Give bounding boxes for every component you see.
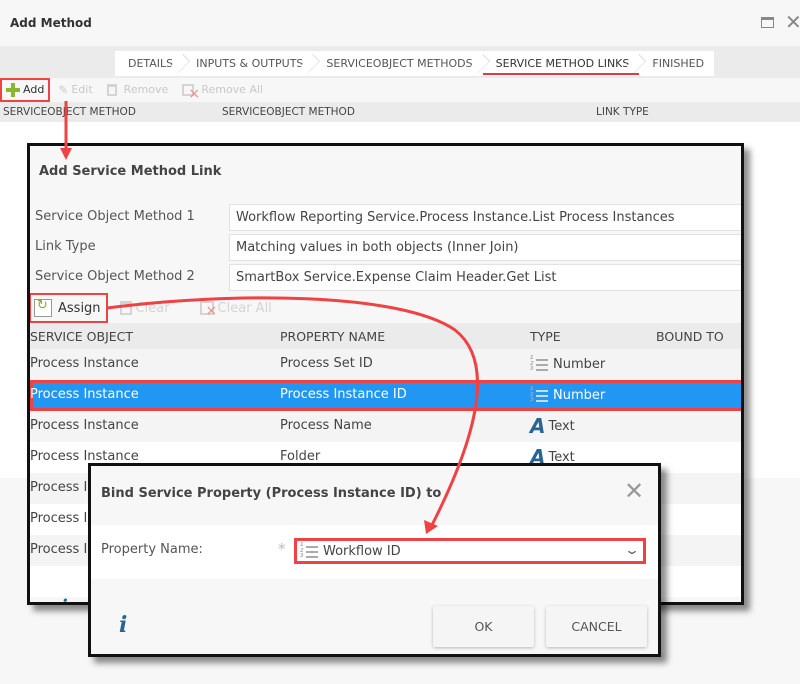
number-icon: 123 bbox=[300, 542, 320, 559]
wizard-step-details[interactable]: DETAILS bbox=[115, 51, 191, 76]
info-icon[interactable]: i bbox=[119, 612, 127, 638]
type-label: Text bbox=[548, 418, 575, 434]
edit-label: Edit bbox=[71, 83, 93, 96]
dialog-title: Add Service Method Link bbox=[39, 164, 222, 179]
column-header[interactable]: SERVICEOBJECT METHOD bbox=[3, 106, 136, 118]
remove-button[interactable]: Remove bbox=[106, 80, 169, 100]
close-icon[interactable]: ✕ bbox=[624, 479, 644, 503]
number-icon: 123 bbox=[530, 355, 550, 372]
wizard-step-label: FINISHED bbox=[652, 57, 705, 70]
service-object-cell: Process Instance bbox=[30, 356, 139, 371]
wizard-step-label: DETAILS bbox=[128, 57, 174, 70]
property-name-value: Workflow ID bbox=[323, 543, 401, 559]
edit-button[interactable]: ✎ Edit bbox=[58, 80, 92, 100]
service-object-cell: Process Instance bbox=[30, 418, 139, 433]
service-object-method-2-input[interactable]: SmartBox Service.Expense Claim Header.Ge… bbox=[229, 264, 741, 291]
property-name-cell: Process Instance ID bbox=[280, 387, 407, 402]
mapping-table-header: SERVICE OBJECT PROPERTY NAME TYPE BOUND … bbox=[30, 323, 741, 349]
remove-all-button[interactable]: Remove All bbox=[182, 80, 264, 102]
add-label: Add bbox=[23, 83, 45, 96]
wizard-bar: DETAILS INPUTS & OUTPUTS SERVICEOBJECT M… bbox=[0, 46, 800, 78]
wizard-step-label: INPUTS & OUTPUTS bbox=[196, 57, 304, 70]
bind-service-property-dialog: Bind Service Property (Process Instance … bbox=[88, 463, 661, 657]
clear-all-button[interactable]: Clear All bbox=[199, 300, 272, 319]
column-header[interactable]: LINK TYPE bbox=[596, 106, 649, 118]
column-header[interactable]: BOUND TO bbox=[656, 329, 724, 344]
info-icon[interactable]: i bbox=[61, 596, 68, 602]
field-service-object-method-1: Service Object Method 1 Workflow Reporti… bbox=[30, 204, 741, 231]
field-label: Service Object Method 1 bbox=[35, 209, 195, 224]
service-object-cell: Process In bbox=[30, 511, 96, 526]
service-object-cell: Process Instance bbox=[30, 387, 139, 402]
type-label: Number bbox=[553, 387, 606, 403]
maximize-icon[interactable] bbox=[761, 17, 774, 28]
column-header[interactable]: SERVICE OBJECT bbox=[30, 329, 133, 344]
assign-icon bbox=[34, 298, 52, 317]
window-title: Add Method bbox=[10, 16, 92, 30]
service-object-cell: Process In bbox=[30, 480, 96, 495]
close-icon[interactable]: ✕ bbox=[785, 12, 800, 32]
service-object-method-1-input[interactable]: Workflow Reporting Service.Process Insta… bbox=[229, 204, 741, 231]
add-button[interactable]: Add bbox=[0, 77, 51, 102]
wizard-step-inputs-outputs[interactable]: INPUTS & OUTPUTS bbox=[183, 51, 321, 76]
field-link-type: Link Type Matching values in both object… bbox=[30, 234, 741, 261]
mapping-toolbar: Assign Clear Clear All bbox=[30, 293, 741, 323]
bind-form: Property Name: * 123 Workflow ID ⌄ bbox=[91, 525, 658, 579]
field-label: Service Object Method 2 bbox=[35, 269, 195, 284]
wizard-step-label: SERVICE METHOD LINKS bbox=[495, 57, 630, 70]
number-icon: 123 bbox=[530, 386, 550, 403]
chevron-down-icon[interactable]: ⌄ bbox=[624, 543, 640, 557]
type-cell: 123 Number bbox=[530, 355, 606, 372]
type-label: Number bbox=[553, 356, 606, 372]
field-label: Link Type bbox=[35, 239, 96, 254]
trash-clear-icon bbox=[182, 83, 200, 102]
remove-all-label: Remove All bbox=[201, 83, 264, 96]
type-cell: 123 Number bbox=[530, 386, 606, 403]
clear-label: Clear bbox=[135, 300, 170, 316]
field-service-object-method-2: Service Object Method 2 SmartBox Service… bbox=[30, 264, 741, 291]
column-header[interactable]: PROPERTY NAME bbox=[280, 329, 385, 344]
clear-all-label: Clear All bbox=[217, 300, 272, 316]
ok-button[interactable]: OK bbox=[433, 606, 534, 647]
property-name-cell: Process Name bbox=[280, 418, 372, 433]
window-header: Add Method ✕ bbox=[0, 0, 800, 46]
property-name-label: Property Name: bbox=[101, 542, 203, 557]
service-object-cell: Process Instance bbox=[30, 449, 139, 464]
wizard-steps: DETAILS INPUTS & OUTPUTS SERVICEOBJECT M… bbox=[115, 51, 715, 76]
required-icon: * bbox=[278, 540, 286, 558]
trash-clear-icon bbox=[199, 301, 217, 319]
table-row[interactable]: Process Instance Process Set ID 123 Numb… bbox=[30, 349, 741, 380]
type-cell: A Text bbox=[530, 414, 575, 438]
link-type-select[interactable]: Matching values in both objects (Inner J… bbox=[229, 234, 741, 261]
trash-icon bbox=[119, 301, 132, 315]
wizard-step-serviceobject-methods[interactable]: SERVICEOBJECT METHODS bbox=[313, 51, 490, 76]
column-header[interactable]: SERVICEOBJECT METHOD bbox=[222, 106, 355, 118]
table-row-selected[interactable]: Process Instance Process Instance ID 123… bbox=[30, 380, 741, 411]
table-row[interactable]: Process Instance Process Name A Text bbox=[30, 411, 741, 442]
service-object-cell: Process In bbox=[30, 542, 96, 557]
remove-label: Remove bbox=[123, 83, 169, 96]
wizard-step-label: SERVICEOBJECT METHODS bbox=[326, 57, 473, 70]
pencil-icon: ✎ bbox=[58, 82, 69, 97]
column-header[interactable]: TYPE bbox=[530, 329, 561, 344]
cancel-button[interactable]: CANCEL bbox=[546, 606, 647, 647]
text-type-icon: A bbox=[530, 414, 546, 438]
property-name-cell: Process Set ID bbox=[280, 356, 373, 371]
clear-button[interactable]: Clear bbox=[119, 300, 170, 316]
links-grid-header: SERVICEOBJECT METHOD SERVICEOBJECT METHO… bbox=[0, 102, 800, 122]
dialog-title: Bind Service Property (Process Instance … bbox=[101, 486, 442, 501]
plus-icon bbox=[6, 82, 20, 97]
assign-label: Assign bbox=[58, 300, 101, 316]
assign-button[interactable]: Assign bbox=[30, 293, 108, 323]
links-toolbar: Add ✎ Edit Remove Remove All bbox=[0, 77, 800, 102]
trash-icon bbox=[106, 83, 117, 96]
property-name-select[interactable]: 123 Workflow ID ⌄ bbox=[294, 538, 646, 564]
wizard-step-finished[interactable]: FINISHED bbox=[639, 51, 714, 76]
wizard-step-service-method-links[interactable]: SERVICE METHOD LINKS bbox=[482, 51, 647, 76]
property-name-cell: Folder bbox=[280, 449, 321, 464]
